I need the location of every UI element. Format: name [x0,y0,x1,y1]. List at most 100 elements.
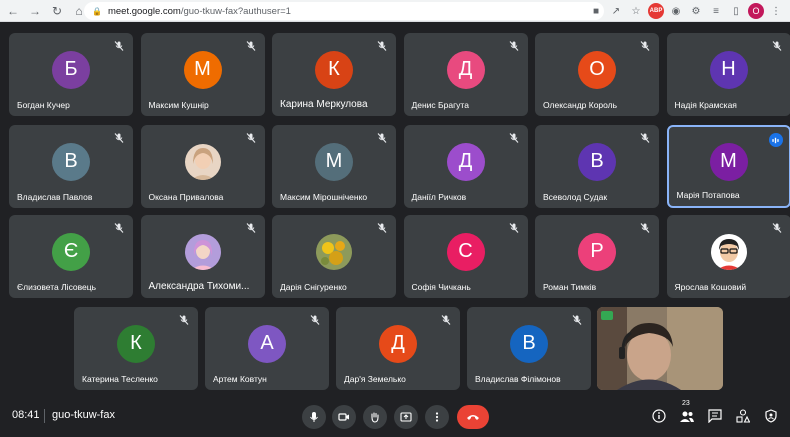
participant-name: Ярослав Кошовий [674,282,747,292]
extension-icon[interactable]: ◉ [668,3,684,19]
extensions-area: ■ ↗ ☆ ABP ◉ ⚙ ≡ ▯ O ⋮ [588,2,784,20]
participant-tile[interactable]: Є Єлизовета Лісовець [9,215,133,298]
raise-hand-button[interactable] [363,405,387,429]
hangup-icon [467,415,479,420]
participant-avatar: О [578,50,616,89]
adblock-icon[interactable]: ABP [648,3,664,19]
participant-name: Даніїл Ричков [411,192,467,202]
participant-photo [184,233,221,270]
side-panel-icon[interactable]: ▯ [728,3,744,19]
participant-tile[interactable]: М Максим Мірошніченко [272,125,396,208]
meeting-time: 08:41 [12,409,40,421]
participant-tile[interactable]: Ярослав Кошовий [666,215,790,298]
participant-tile[interactable]: Александра Тихоми... [140,215,265,298]
activities-button[interactable] [734,407,752,425]
lock-icon: 🔒 [92,6,102,16]
mic-off-icon [771,39,783,51]
participant-avatar: М [315,142,353,181]
self-view-indicator [601,311,613,320]
participant-avatar: В [52,142,90,181]
meeting-controls-bar: 08:41 guo-tkuw-fax 23 [0,397,790,437]
browser-toolbar: ← → ↻ ⌂ 🔒 meet.google.com/guo-tkuw-fax?a… [0,0,790,22]
participant-avatar: К [315,50,353,89]
participant-tile[interactable]: В Владислав Павлов [9,125,133,208]
participants-button[interactable]: 23 [678,400,696,425]
participant-avatar: В [578,142,616,181]
participant-tile[interactable]: Д Денис Брагута [403,33,528,116]
participant-name: Александра Тихоми... [148,281,250,292]
share-icon[interactable]: ↗ [608,3,624,19]
shield-icon [765,409,777,423]
profile-avatar[interactable]: O [748,3,764,19]
mic-off-icon [376,39,388,51]
participant-avatar: Р [578,232,616,271]
more-options-button[interactable] [425,405,449,429]
camera-button[interactable] [332,405,356,429]
chat-button[interactable] [706,407,724,425]
participant-tile[interactable]: К Карина Меркулова [272,33,396,116]
host-controls-button[interactable] [762,407,780,425]
mic-off-icon [508,39,520,51]
participant-tile[interactable]: С Софія Чичкань [403,215,528,298]
participant-tile[interactable]: Н Надія Крамская [666,33,790,116]
back-icon[interactable]: ← [4,2,22,20]
forward-icon[interactable]: → [26,2,44,20]
participant-tile[interactable]: Б Богдан Кучер [9,33,133,116]
participant-name: Всеволод Судак [543,192,608,202]
participant-tile[interactable]: М Максим Кушнір [140,33,265,116]
participant-name: Карина Меркулова [280,99,368,110]
participant-tile[interactable]: В Всеволод Судак [535,125,659,208]
participant-avatar: К [117,324,155,363]
people-icon [680,411,694,422]
participant-name: Денис Брагута [411,100,469,110]
participant-tile[interactable]: Д Даніїл Ричков [403,125,528,208]
participant-name: Владислав Філімонов [475,374,561,384]
address-bar[interactable]: 🔒 meet.google.com/guo-tkuw-fax?authuser=… [84,2,604,20]
leave-call-button[interactable] [457,405,489,429]
participant-name: Оксана Привалова [148,192,224,202]
participant-name: Максим Кушнір [148,100,209,110]
participant-avatar: Н [709,50,748,89]
activities-icon [736,409,750,423]
participant-name: Роман Тимків [543,282,597,292]
present-icon [400,412,412,422]
meeting-details-button[interactable] [650,407,668,425]
participant-tile[interactable]: К Катерина Тесленко [74,307,198,390]
participant-tile[interactable]: А Артем Ковтун [205,307,329,390]
participant-name: Олександр Король [543,100,618,110]
participant-tile[interactable]: Р Роман Тимків [535,215,659,298]
participants-count: 23 [682,400,690,407]
present-screen-button[interactable] [394,405,418,429]
self-video-feed [597,307,723,390]
self-video-tile[interactable] [597,307,723,390]
reload-icon[interactable]: ↻ [48,2,66,20]
participant-name: Софія Чичкань [411,282,471,292]
participant-tile[interactable]: Дарія Снігуренко [272,215,396,298]
bookmark-star-icon[interactable]: ☆ [628,3,644,19]
microphone-icon [310,412,318,422]
mic-off-icon [571,313,583,325]
mic-off-icon [113,221,125,233]
reading-list-icon[interactable]: ≡ [708,3,724,19]
camera-indicator-icon[interactable]: ■ [588,3,604,19]
mic-off-icon [178,313,190,325]
participant-avatar: Б [52,50,90,89]
participant-tile[interactable]: М Марія Потапова [666,125,790,208]
mic-off-icon [113,131,125,143]
participant-avatar: М [709,142,748,181]
participant-tile[interactable]: В Владислав Філімонов [467,307,591,390]
participant-tile[interactable]: Оксана Привалова [140,125,265,208]
participant-photo [316,233,352,270]
participant-name: Катерина Тесленко [82,374,158,384]
mic-off-icon [376,131,388,143]
mic-off-icon [639,221,651,233]
participant-tile[interactable]: О Олександр Король [535,33,659,116]
participant-name: Богдан Кучер [17,100,70,110]
participant-tile[interactable]: Д Дар'я Земелько [336,307,460,390]
menu-icon[interactable]: ⋮ [768,3,784,19]
participant-name: Єлизовета Лісовець [17,282,97,292]
participant-name: Дарія Снігуренко [280,282,347,292]
puzzle-icon[interactable]: ⚙ [688,3,704,19]
participant-avatar: Д [379,324,417,363]
microphone-button[interactable] [302,405,326,429]
